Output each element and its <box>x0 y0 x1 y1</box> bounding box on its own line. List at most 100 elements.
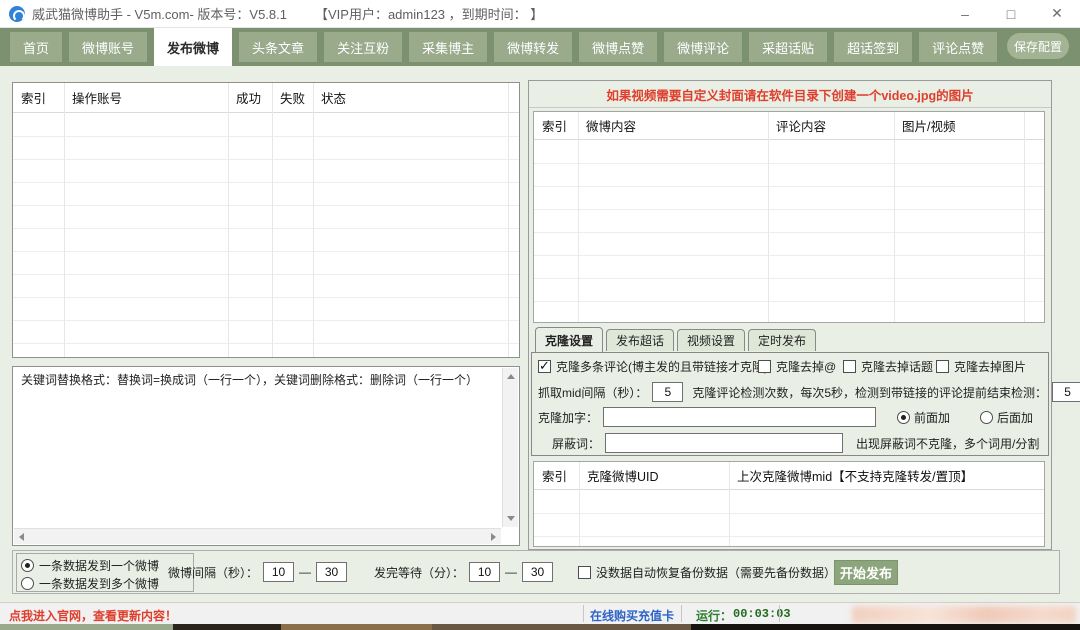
restore-backup-option[interactable]: 没数据自动恢复备份数据（需要先备份数据） <box>578 564 836 581</box>
col-success: 成功 <box>228 88 272 107</box>
add-text-label: 克隆加字： <box>538 409 598 426</box>
accounts-table-body <box>13 114 519 357</box>
tab-weibo-account[interactable]: 微博账号 <box>69 32 147 62</box>
tab-supertopic-collect[interactable]: 采超话贴 <box>749 32 827 62</box>
radio-icon[interactable] <box>21 577 34 590</box>
radio-icon[interactable] <box>980 411 993 424</box>
content-table-header: 索引 微博内容 评论内容 图片/视频 <box>534 112 1044 140</box>
detect-label: 克隆评论检测次数，每次5秒，检测到带链接的评论提前结束检测： <box>692 384 1047 401</box>
tab-publish-weibo[interactable]: 发布微博 <box>154 28 232 66</box>
keywords-textarea[interactable]: 关键词替换格式：替换词=换成词（一行一个），关键词删除格式：删除词（一行一个） <box>12 366 520 546</box>
maximize-button[interactable]: □ <box>988 0 1034 27</box>
tab-weibo-comment[interactable]: 微博评论 <box>664 32 742 62</box>
range-dash: — <box>299 565 311 579</box>
tab-weibo-repost[interactable]: 微博转发 <box>494 32 572 62</box>
tab-clone-settings[interactable]: 克隆设置 <box>535 327 603 352</box>
interval-label: 微博间隔（秒）： <box>168 564 258 581</box>
checkbox-icon[interactable] <box>758 360 771 373</box>
checkbox-icon[interactable] <box>843 360 856 373</box>
divider <box>779 605 780 622</box>
add-back-label: 后面加 <box>997 409 1033 426</box>
official-site-link[interactable]: 点我进入官网，查看更新内容！ <box>9 607 177 624</box>
col-clone-uid: 克隆微博UID <box>579 466 729 485</box>
save-config-button[interactable]: 保存配置 <box>1007 33 1069 59</box>
weibo-content-table[interactable]: 索引 微博内容 评论内容 图片/视频 <box>533 111 1045 323</box>
add-front-label: 前面加 <box>914 409 950 426</box>
checkbox-checked-icon[interactable] <box>538 360 551 373</box>
grid-line <box>768 112 769 322</box>
horizontal-scrollbar[interactable] <box>14 528 501 544</box>
tab-toutiao-article[interactable]: 头条文章 <box>239 32 317 62</box>
run-time: 00:03:03 <box>733 607 791 621</box>
vertical-scrollbar[interactable] <box>502 368 518 527</box>
buy-card-link[interactable]: 在线购买充值卡 <box>590 607 674 624</box>
clone-multi-comment-option[interactable]: 克隆多条评论(博主发的且带链接才克隆) <box>538 358 768 375</box>
tab-comment-like[interactable]: 评论点赞 <box>919 32 997 62</box>
block-word-row: 屏蔽词： 出现屏蔽词不克隆，多个词用/分割 <box>538 433 1039 453</box>
tab-follow-fans[interactable]: 关注互粉 <box>324 32 402 62</box>
detect-count-input[interactable] <box>1052 382 1080 402</box>
radio-selected-icon[interactable] <box>897 411 910 424</box>
radio-selected-icon[interactable] <box>21 559 34 572</box>
tab-supertopic-checkin[interactable]: 超话签到 <box>834 32 912 62</box>
accounts-table[interactable]: 索引 操作账号 成功 失败 状态 <box>12 82 520 358</box>
wait-max-input[interactable] <box>522 562 553 582</box>
tab-scheduled-publish[interactable]: 定时发布 <box>748 329 816 351</box>
start-publish-button[interactable]: 开始发布 <box>834 560 898 585</box>
close-button[interactable]: ✕ <box>1034 0 1080 27</box>
scroll-right-icon[interactable] <box>491 533 496 541</box>
window-controls: – □ ✕ <box>942 0 1080 27</box>
scroll-down-icon[interactable] <box>507 516 515 521</box>
add-back-option[interactable]: 后面加 <box>980 409 1033 426</box>
main-tab-band: 首页 微博账号 发布微博 头条文章 关注互粉 采集博主 微博转发 微博点赞 微博… <box>0 28 1080 66</box>
clone-table-header: 索引 克隆微博UID 上次克隆微博mid【不支持克隆转发/置顶】 <box>534 462 1044 490</box>
clone-uid-table[interactable]: 索引 克隆微博UID 上次克隆微博mid【不支持克隆转发/置顶】 <box>533 461 1045 547</box>
col-index: 索引 <box>13 88 64 107</box>
send-many-label: 一条数据发到多个微博 <box>39 575 159 592</box>
send-many-option[interactable]: 一条数据发到多个微博 <box>21 575 159 592</box>
scroll-left-icon[interactable] <box>19 533 24 541</box>
remove-topic-option[interactable]: 克隆去掉话题 <box>843 358 933 375</box>
remove-at-option[interactable]: 克隆去掉@ <box>758 358 836 375</box>
mid-interval-input[interactable] <box>652 382 683 402</box>
grid-line <box>578 112 579 322</box>
app-icon <box>9 6 25 22</box>
remove-image-option[interactable]: 克隆去掉图片 <box>936 358 1026 375</box>
grid-line <box>64 83 65 357</box>
publish-right-panel: 如果视频需要自定义封面请在软件目录下创建一个video.jpg的图片 索引 微博… <box>528 80 1052 550</box>
interval-max-input[interactable] <box>316 562 347 582</box>
clone-table-body <box>534 491 1044 546</box>
range-dash: — <box>505 565 517 579</box>
keywords-hint-text: 关键词替换格式：替换词=换成词（一行一个），关键词删除格式：删除词（一行一个） <box>13 367 501 394</box>
grid-line <box>272 83 273 357</box>
window-title: 威武猫微博助手 - V5m.com- 版本号：V5.8.1 <box>32 4 287 23</box>
add-front-option[interactable]: 前面加 <box>897 409 950 426</box>
mid-interval-row: 抓取mid间隔（秒）： 克隆评论检测次数，每次5秒，检测到带链接的评论提前结束检… <box>538 382 1080 402</box>
desktop-background-strip <box>0 624 1080 630</box>
scroll-up-icon[interactable] <box>507 374 515 379</box>
col-fail: 失败 <box>272 88 313 107</box>
minimize-button[interactable]: – <box>942 0 988 27</box>
col-account: 操作账号 <box>64 88 228 107</box>
col-index: 索引 <box>534 116 578 135</box>
status-bar: 点我进入官网，查看更新内容！ 在线购买充值卡 运行： 00:03:03 <box>0 602 1080 624</box>
interval-min-input[interactable] <box>263 562 294 582</box>
tab-publish-supertopic[interactable]: 发布超话 <box>606 329 674 351</box>
grid-line <box>579 462 580 546</box>
grid-line <box>894 112 895 322</box>
checkbox-icon[interactable] <box>578 566 591 579</box>
tab-video-settings[interactable]: 视频设置 <box>677 329 745 351</box>
col-weibo-content: 微博内容 <box>578 116 768 135</box>
add-text-input[interactable] <box>603 407 876 427</box>
tab-home[interactable]: 首页 <box>10 32 62 62</box>
accounts-table-header: 索引 操作账号 成功 失败 状态 <box>13 83 519 113</box>
checkbox-icon[interactable] <box>936 360 949 373</box>
col-index: 索引 <box>534 466 579 485</box>
block-word-input[interactable] <box>605 433 843 453</box>
send-one-option[interactable]: 一条数据发到一个微博 <box>21 557 159 574</box>
tab-weibo-like[interactable]: 微博点赞 <box>579 32 657 62</box>
mid-interval-label: 抓取mid间隔（秒）： <box>538 384 647 401</box>
tab-collect-blogger[interactable]: 采集博主 <box>409 32 487 62</box>
wait-min-input[interactable] <box>469 562 500 582</box>
content-table-body <box>534 141 1044 322</box>
